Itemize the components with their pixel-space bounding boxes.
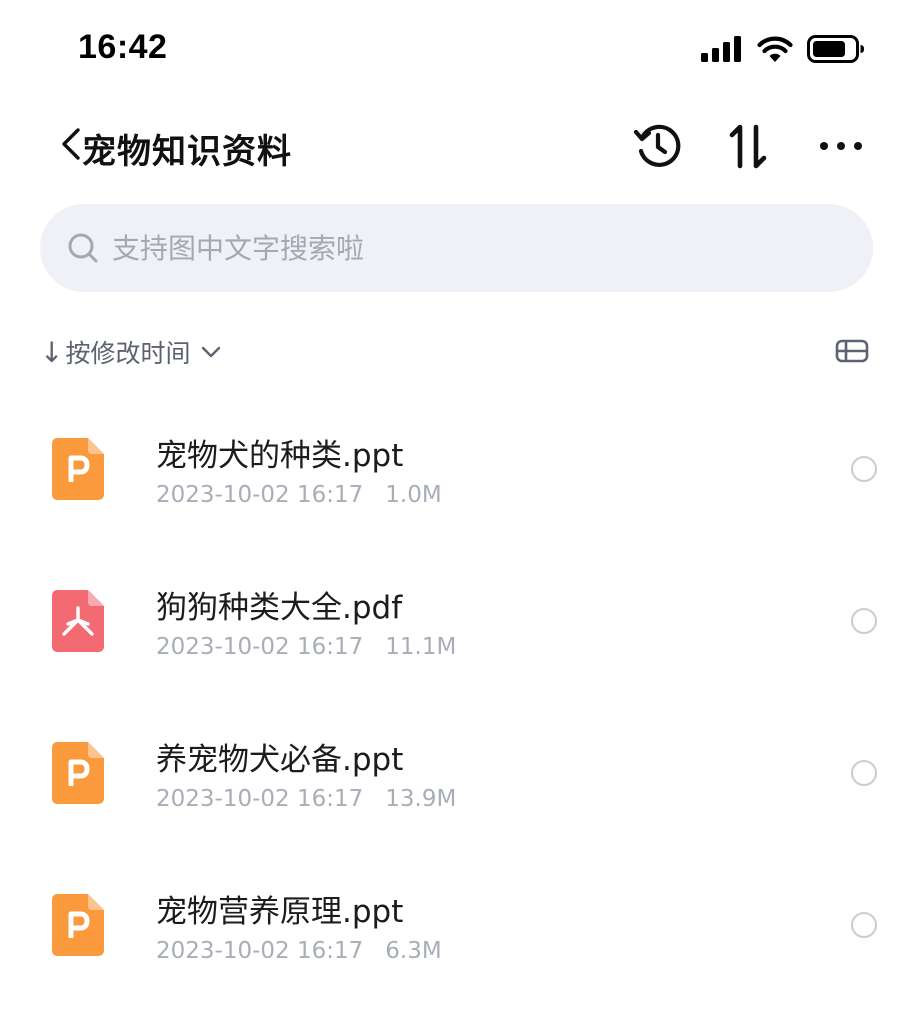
file-date: 2023-10-02 16:17 xyxy=(156,482,364,508)
file-name: 宠物犬的种类.ppt xyxy=(156,438,404,474)
search-bar[interactable] xyxy=(40,204,873,292)
file-date: 2023-10-02 16:17 xyxy=(156,634,364,660)
chevron-down-icon xyxy=(202,346,221,358)
status-time: 16:42 xyxy=(78,28,168,66)
file-row[interactable]: 养宠物犬必备.ppt 2023-10-02 16:17 13.9M xyxy=(0,696,913,848)
file-row[interactable]: 宠物犬的种类.ppt 2023-10-02 16:17 1.0M xyxy=(0,392,913,544)
file-meta: 2023-10-02 16:17 1.0M xyxy=(156,482,442,508)
back-arrow-icon[interactable] xyxy=(58,122,84,166)
view-toggle-icon[interactable] xyxy=(835,336,869,366)
sort-button[interactable] xyxy=(720,118,776,174)
file-meta: 2023-10-02 16:17 13.9M xyxy=(156,786,456,812)
select-radio[interactable] xyxy=(851,456,877,482)
file-meta: 2023-10-02 16:17 11.1M xyxy=(156,634,456,660)
ppt-file-icon xyxy=(52,742,104,804)
sort-icon xyxy=(729,124,767,169)
more-icon xyxy=(820,142,862,150)
select-radio[interactable] xyxy=(851,760,877,786)
file-meta: 2023-10-02 16:17 6.3M xyxy=(156,938,442,964)
history-button[interactable] xyxy=(630,118,686,174)
more-button[interactable] xyxy=(813,118,869,174)
file-size: 6.3M xyxy=(385,938,442,964)
file-list: 宠物犬的种类.ppt 2023-10-02 16:17 1.0M 狗狗种类大全.p… xyxy=(0,392,913,1000)
search-input[interactable] xyxy=(112,231,792,265)
sort-dropdown[interactable]: ↓ 按修改时间 xyxy=(40,332,222,372)
ppt-file-icon xyxy=(52,894,104,956)
file-size: 13.9M xyxy=(385,786,457,812)
wifi-icon xyxy=(757,36,793,62)
file-name: 狗狗种类大全.pdf xyxy=(156,590,403,626)
header: 宠物知识资料 xyxy=(0,112,913,182)
battery-icon xyxy=(807,35,864,63)
screen: 16:42 宠物知识资料 支持图中文字搜索啦 ↓ 按修改时间 宠物犬的种类.pp… xyxy=(0,0,913,1024)
select-radio[interactable] xyxy=(851,912,877,938)
file-row[interactable]: 狗狗种类大全.pdf 2023-10-02 16:17 11.1M xyxy=(0,544,913,696)
status-icons xyxy=(701,34,865,64)
sort-direction-icon: ↓ xyxy=(40,335,64,369)
file-size: 11.1M xyxy=(385,634,457,660)
file-name: 养宠物犬必备.ppt xyxy=(156,742,404,778)
file-name: 宠物营养原理.ppt xyxy=(156,894,404,930)
pdf-file-icon xyxy=(52,590,104,652)
select-radio[interactable] xyxy=(851,608,877,634)
page-title: 宠物知识资料 xyxy=(82,132,292,172)
ppt-file-icon xyxy=(52,438,104,500)
history-icon xyxy=(633,124,681,167)
file-date: 2023-10-02 16:17 xyxy=(156,938,364,964)
search-icon xyxy=(68,233,98,263)
file-size: 1.0M xyxy=(385,482,442,508)
file-row[interactable]: 宠物营养原理.ppt 2023-10-02 16:17 6.3M xyxy=(0,848,913,1000)
file-date: 2023-10-02 16:17 xyxy=(156,786,364,812)
signal-icon xyxy=(701,36,741,62)
sort-label: 按修改时间 xyxy=(65,339,191,368)
